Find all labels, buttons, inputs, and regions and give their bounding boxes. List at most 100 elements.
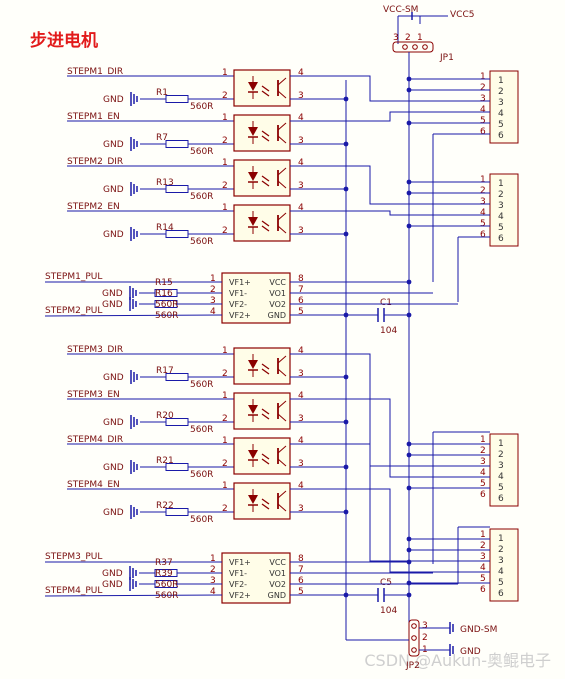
pin-number: 2 xyxy=(222,91,228,101)
dual-pin-right-label: VO1 xyxy=(269,289,286,298)
connector-pin-label: 5 xyxy=(498,578,504,588)
pin-number: 1 xyxy=(222,158,228,168)
connector-pin-number: 5 xyxy=(480,116,486,126)
ground-label: GND xyxy=(103,140,124,150)
signal-route xyxy=(346,353,490,467)
connector-pin-label: 1 xyxy=(498,179,504,189)
ground-label: GND xyxy=(103,185,124,195)
connector-body xyxy=(489,173,519,247)
optocoupler-body xyxy=(233,159,291,197)
junction-dot xyxy=(343,464,349,470)
header-pin-number: 2 xyxy=(422,633,428,643)
junction-dot xyxy=(406,279,412,285)
resistor-value: 560R xyxy=(155,311,178,321)
header-pin xyxy=(412,44,418,50)
connector-pin-number: 3 xyxy=(480,94,486,104)
connector-pin-number: 1 xyxy=(480,175,486,185)
dual-pin-right-label: VO2 xyxy=(269,300,286,309)
connector-pin-label: 6 xyxy=(498,131,504,141)
junction-dot xyxy=(406,580,412,586)
resistor-designator: R37 xyxy=(155,558,173,568)
capacitor-value: 104 xyxy=(380,606,397,616)
signal-route xyxy=(346,75,490,102)
ground-label: GND xyxy=(102,300,123,310)
input-label: STEPM2_PUL xyxy=(45,306,102,316)
header-designator: JP1 xyxy=(439,53,454,63)
junction-dot xyxy=(343,141,349,147)
connector-pin-number: 6 xyxy=(480,490,486,500)
resistor-value: 560R xyxy=(190,515,213,525)
connector-pin-label: 3 xyxy=(498,556,504,566)
dual-pin-right-label: GND xyxy=(268,311,286,320)
junction-dot xyxy=(406,485,412,491)
connector-pin-label: 1 xyxy=(498,439,504,449)
connector-pin-label: 3 xyxy=(498,201,504,211)
connector-pin-label: 2 xyxy=(498,190,504,200)
header-pin-number: 1 xyxy=(417,33,423,43)
resistor-designator: R22 xyxy=(156,501,174,511)
connector-pin-label: 2 xyxy=(498,450,504,460)
pin-number: 1 xyxy=(222,436,228,446)
resistor-designator: R15 xyxy=(155,278,173,288)
input-label: STEPM4_PUL xyxy=(45,586,102,596)
pin-number: 2 xyxy=(222,136,228,146)
resistor-value: 560R xyxy=(190,237,213,247)
resistor-value: 560R xyxy=(190,470,213,480)
connector-pin-label: 2 xyxy=(498,87,504,97)
dual-pin-left-label: VF2+ xyxy=(229,591,251,600)
connector-pin-number: 4 xyxy=(480,105,486,115)
signal-route xyxy=(346,111,490,122)
junction-dot xyxy=(343,96,349,102)
junction-dot xyxy=(406,452,412,458)
connector-pin-label: 4 xyxy=(498,212,504,222)
ground-label: GND xyxy=(103,95,124,105)
connector-pin-label: 6 xyxy=(498,234,504,244)
junction-dot xyxy=(343,186,349,192)
header-jp2-body xyxy=(408,619,420,657)
resistor-value: 560R xyxy=(155,580,178,590)
resistor-value: 560R xyxy=(155,300,178,310)
dual-pin-right-label: VCC xyxy=(269,558,286,567)
pin-number: 2 xyxy=(222,181,228,191)
ground-label: GND xyxy=(102,580,123,590)
connector-pin-number: 5 xyxy=(480,219,486,229)
pin-number: 2 xyxy=(222,226,228,236)
optocoupler-body xyxy=(233,482,291,520)
resistor-designator: R1 xyxy=(156,88,168,98)
header-pin-number: 3 xyxy=(393,33,399,43)
pin-number: 2 xyxy=(222,414,228,424)
connector-pin-label: 4 xyxy=(498,109,504,119)
header-pin xyxy=(422,44,428,50)
junction-dot xyxy=(343,509,349,515)
resistor-designator: R21 xyxy=(156,456,174,466)
input-label: STEPM3_PUL xyxy=(45,552,102,562)
ground-label: GND xyxy=(103,373,124,383)
resistor-value: 560R xyxy=(190,147,213,157)
resistor-value: 560R xyxy=(190,425,213,435)
header-pin xyxy=(402,44,408,50)
dual-pin-right-label: VO1 xyxy=(269,569,286,578)
connector-pin-label: 5 xyxy=(498,120,504,130)
resistor-body xyxy=(165,95,189,103)
connector-body xyxy=(489,70,519,144)
header-designator: JP2 xyxy=(405,661,420,671)
vcc-power-label: VCC5 xyxy=(450,10,474,20)
dual-pin-left-label: VF1- xyxy=(229,569,247,578)
ground-label: GND xyxy=(103,508,124,518)
pin-number: 1 xyxy=(222,346,228,356)
header-pin-number: 2 xyxy=(405,33,411,43)
ground-label: GND xyxy=(103,418,124,428)
schematic: VCC-SM VCC53 2 1JP1STEPM1_DIRGNDR1560R1243S… xyxy=(44,5,519,671)
junction-dot xyxy=(406,190,412,196)
connector-pin-number: 6 xyxy=(480,127,486,137)
connector-body xyxy=(489,433,519,507)
junction-dot xyxy=(406,312,412,318)
resistor-value: 560R xyxy=(190,380,213,390)
input-label: STEPM1_PUL xyxy=(45,272,102,282)
connector-pin-label: 1 xyxy=(498,76,504,86)
resistor-designator: R16 xyxy=(155,289,173,299)
gnd-net-label: GND-SM xyxy=(460,625,497,635)
junction-dot xyxy=(343,419,349,425)
signal-route xyxy=(346,165,490,205)
junction-dot xyxy=(406,441,412,447)
